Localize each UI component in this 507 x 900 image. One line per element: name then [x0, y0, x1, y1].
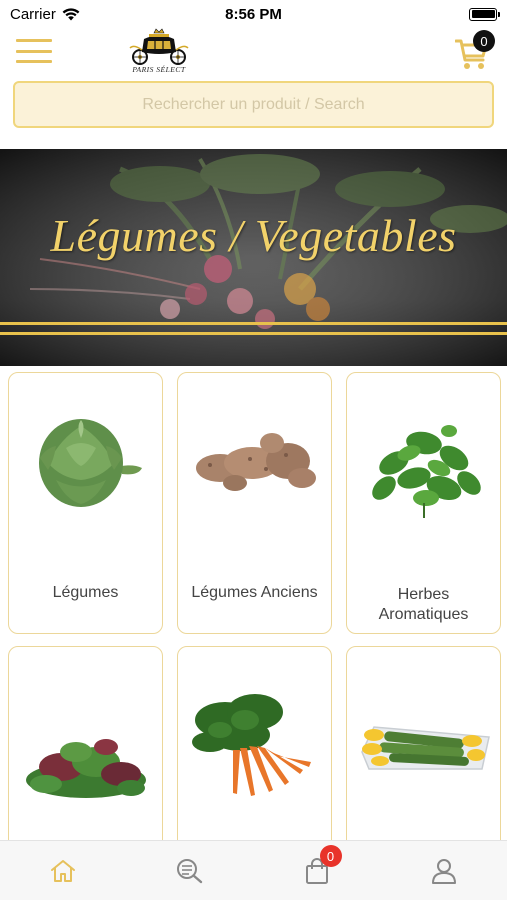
banner-divider — [0, 332, 507, 335]
cart-button[interactable]: 0 — [455, 30, 495, 72]
bottom-tab-bar: 0 — [0, 840, 507, 900]
carrier-label: Carrier — [10, 5, 56, 23]
category-label: Légumes Anciens — [191, 584, 318, 601]
status-left: Carrier — [10, 6, 80, 23]
artichoke-image — [9, 393, 162, 533]
battery-icon — [469, 7, 500, 21]
category-card-herbes-aromatiques[interactable]: Herbes Aromatiques — [346, 372, 501, 634]
salad-mix-image — [9, 697, 162, 837]
status-bar: Carrier 8:56 PM — [0, 0, 507, 28]
tab-home[interactable] — [0, 841, 127, 900]
category-banner: Légumes / Vegetables — [0, 149, 507, 366]
banner-divider — [0, 322, 507, 325]
category-label: Légumes — [52, 584, 119, 601]
search-list-icon — [177, 858, 203, 883]
tab-bag[interactable]: 0 — [254, 841, 381, 900]
carrots-image — [178, 677, 331, 817]
header: PARIS SÉLECT 0 — [0, 28, 507, 76]
user-icon — [431, 858, 456, 884]
category-card-legumes-anciens[interactable]: Légumes Anciens — [177, 372, 332, 634]
wifi-icon — [62, 7, 80, 20]
category-label-line1: Herbes — [397, 586, 450, 603]
category-label: Herbes Aromatiques — [351, 585, 496, 625]
banner-title: Légumes / Vegetables — [50, 210, 457, 261]
bag-count-badge: 0 — [319, 845, 342, 867]
search-bar — [13, 81, 494, 128]
mint-image — [347, 393, 500, 533]
jerusalem-artichoke-image — [178, 393, 331, 533]
category-grid: Légumes Légumes Anciens Herbes Aromatiqu… — [8, 372, 502, 900]
search-input[interactable] — [15, 83, 492, 126]
carriage-logo-icon — [129, 28, 189, 65]
cart-count-badge: 0 — [473, 30, 495, 52]
category-label-line2: Aromatiques — [378, 606, 469, 623]
hamburger-icon[interactable] — [16, 39, 52, 63]
zucchini-flowers-image — [347, 677, 500, 817]
tab-account[interactable] — [380, 841, 507, 900]
category-card-legumes[interactable]: Légumes — [8, 372, 163, 634]
logo[interactable]: PARIS SÉLECT — [126, 28, 192, 76]
home-icon — [51, 859, 76, 882]
tab-search[interactable] — [127, 841, 254, 900]
logo-text: PARIS SÉLECT — [132, 65, 186, 74]
